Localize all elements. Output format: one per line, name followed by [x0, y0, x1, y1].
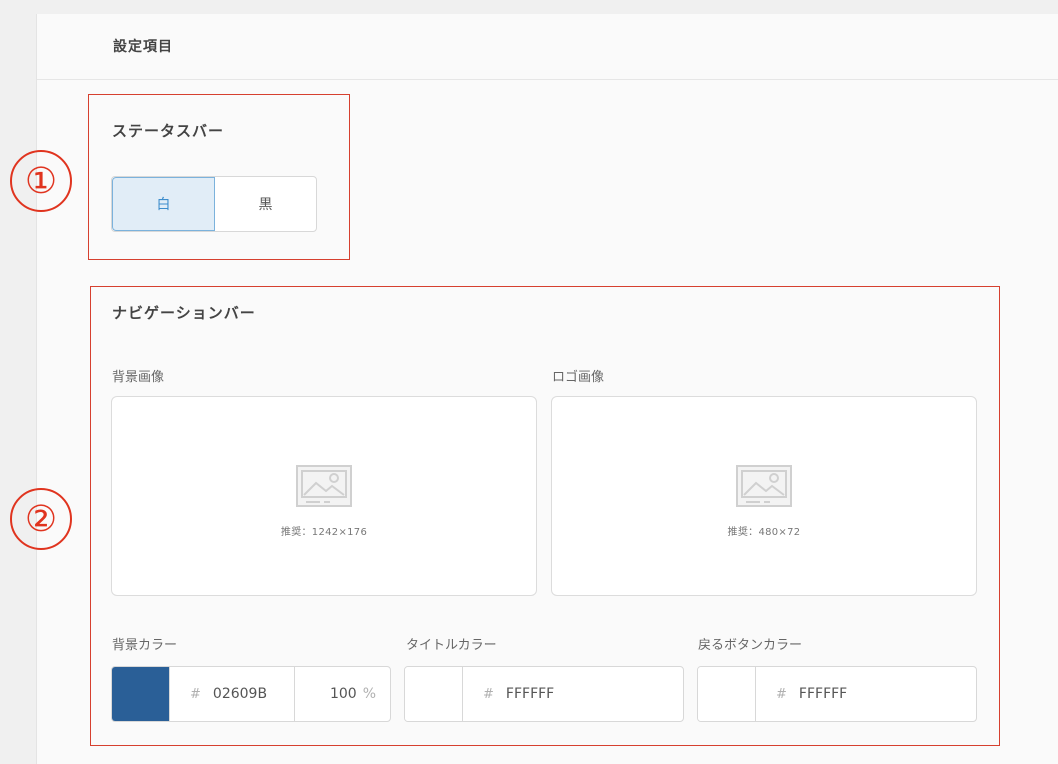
logo-image-uploader[interactable]: 推奨：480×72 — [551, 396, 977, 596]
background-color-hex-input[interactable]: # 02609B — [170, 667, 294, 721]
background-opacity-value: 100 — [329, 686, 357, 702]
status-bar-toggle[interactable]: 白 黒 — [111, 176, 317, 232]
title-color-swatch[interactable] — [405, 667, 463, 721]
background-image-hint: 推奨：1242×176 — [280, 526, 368, 538]
navigation-bar-title: ナビゲーションバー — [112, 304, 256, 322]
status-bar-white-option[interactable]: 白 — [112, 177, 215, 231]
background-color-field: # 02609B 100 % — [111, 666, 391, 722]
marker-one: ① — [10, 150, 72, 212]
status-bar-black-option[interactable]: 黒 — [215, 177, 316, 231]
hash-prefix: # — [776, 686, 787, 702]
logo-image-hint: 推奨：480×72 — [727, 526, 801, 538]
back-button-color-swatch[interactable] — [698, 667, 756, 721]
status-bar-title: ステータスバー — [112, 122, 225, 140]
hash-prefix: # — [190, 686, 201, 702]
marker-two: ② — [10, 488, 72, 550]
title-color-field: # FFFFFF — [404, 666, 684, 722]
background-color-label: 背景カラー — [112, 638, 178, 653]
percent-suffix: % — [362, 686, 376, 702]
image-placeholder-icon — [736, 464, 792, 507]
panel-header: 設定項目 — [37, 14, 1058, 80]
back-button-color-hex-input[interactable]: # FFFFFF — [756, 667, 976, 721]
background-opacity-input[interactable]: 100 % — [294, 667, 390, 721]
title-color-hex-input[interactable]: # FFFFFF — [463, 667, 683, 721]
background-color-swatch[interactable] — [112, 667, 170, 721]
back-button-color-field: # FFFFFF — [697, 666, 977, 722]
title-color-hex-value: FFFFFF — [505, 686, 555, 702]
back-button-color-label: 戻るボタンカラー — [698, 638, 803, 653]
title-color-label: タイトルカラー — [406, 638, 497, 653]
image-placeholder-icon — [296, 464, 352, 507]
back-button-color-hex-value: FFFFFF — [798, 686, 848, 702]
background-image-uploader[interactable]: 推奨：1242×176 — [111, 396, 537, 596]
page-title: 設定項目 — [113, 39, 173, 55]
hash-prefix: # — [483, 686, 494, 702]
logo-image-label: ロゴ画像 — [552, 370, 605, 385]
background-image-label: 背景画像 — [112, 370, 165, 385]
background-color-hex-value: 02609B — [212, 686, 268, 702]
